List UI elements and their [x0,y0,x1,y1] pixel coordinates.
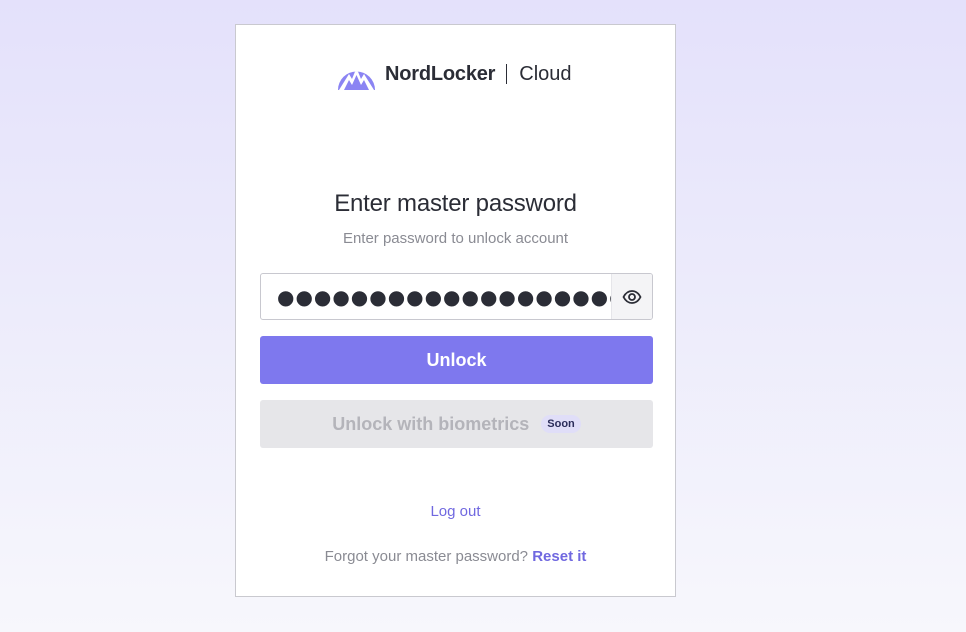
password-input[interactable] [261,274,611,319]
reset-password-link[interactable]: Reset it [532,548,586,565]
logout-link[interactable]: Log out [236,503,675,520]
soon-badge: Soon [541,415,581,433]
eye-icon [622,289,642,304]
unlock-biometrics-button: Unlock with biometrics Soon [260,400,653,448]
unlock-button[interactable]: Unlock [260,336,653,384]
unlock-biometrics-label: Unlock with biometrics [332,413,530,434]
unlock-button-label: Unlock [426,349,487,370]
password-field [260,273,653,320]
page-title: Enter master password [334,190,577,217]
brand-divider [506,64,508,84]
show-password-toggle[interactable] [611,274,652,319]
brand-product: Cloud [519,62,572,85]
unlock-card: NordLocker Cloud Enter master password E… [235,24,676,597]
page-subtitle: Enter password to unlock account [342,230,569,247]
brand-name: NordLocker [385,62,496,85]
brand-logo: NordLocker Cloud [336,56,572,92]
nordlocker-logo-icon [338,71,375,90]
forgot-password-row: Forgot your master password? Reset it [236,548,675,565]
forgot-password-text: Forgot your master password? [324,548,529,565]
